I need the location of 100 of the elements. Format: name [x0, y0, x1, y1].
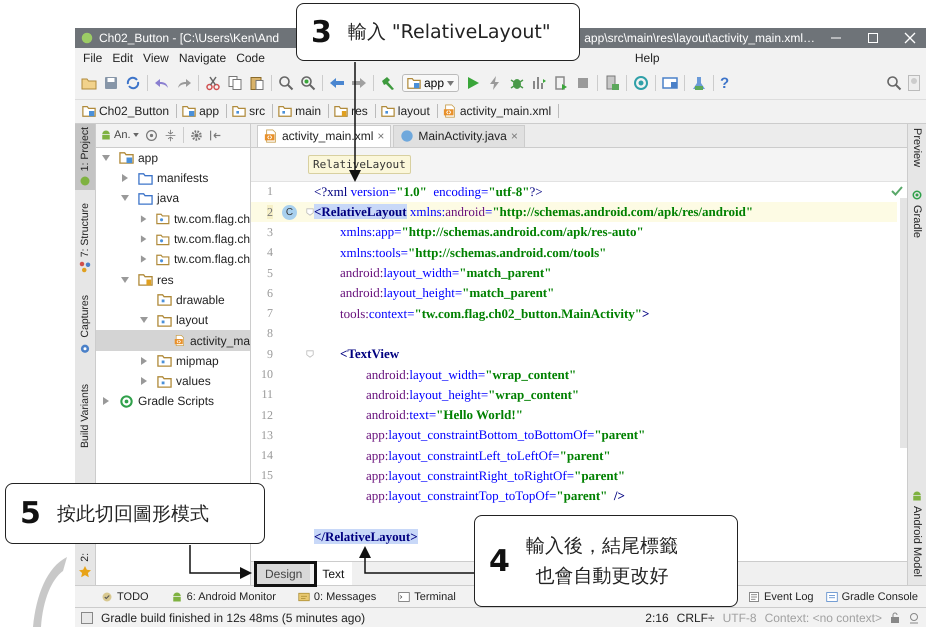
tool-window-button[interactable]: Android Model — [911, 486, 923, 582]
menu-item[interactable]: View — [138, 50, 174, 65]
breadcrumb-item[interactable]: activity_main.xml — [440, 104, 560, 118]
folder-icon — [380, 104, 395, 118]
tool-window-button[interactable]: 7: Structure — [75, 200, 95, 276]
lock-icon[interactable] — [890, 612, 900, 624]
status-field[interactable]: 2:16 — [645, 610, 669, 625]
paste-icon[interactable] — [249, 75, 265, 92]
line-number: 1 — [267, 184, 273, 198]
tree-item[interactable]: manifests — [96, 168, 250, 188]
expand-arrow-icon[interactable] — [140, 235, 148, 244]
tree-item[interactable]: tw.com.flag.ch — [96, 228, 250, 250]
expand-arrow-icon[interactable] — [140, 316, 148, 324]
code-text: app:layout_constraintRight_toRightOf="parent" — [366, 468, 626, 484]
expand-arrow-icon[interactable] — [140, 255, 148, 264]
code-text: android:layout_height="match_parent" — [340, 285, 554, 302]
editor-tab[interactable]: MainActivity.java × — [393, 124, 525, 147]
save-icon[interactable] — [103, 75, 119, 92]
tool-window-button[interactable]: Event Log — [748, 590, 814, 603]
user-icon[interactable] — [908, 75, 920, 92]
tree-item[interactable]: drawable — [96, 290, 250, 310]
tree-item[interactable]: values — [96, 370, 250, 392]
tool-window-button[interactable]: TODO — [101, 590, 149, 603]
tree-item[interactable]: tw.com.flag.ch — [96, 208, 250, 229]
code-text: tools:context="tw.com.flag.ch02_button.MainActivity"> — [340, 306, 650, 322]
menu-item[interactable]: Edit — [107, 50, 138, 65]
menu-item[interactable]: Code — [231, 50, 270, 65]
expand-arrow-icon[interactable] — [121, 194, 129, 202]
search-icon[interactable] — [886, 75, 902, 92]
structure-icon — [79, 261, 91, 274]
highlight-frame — [254, 561, 317, 587]
tree-item[interactable]: java — [96, 188, 250, 209]
fold-icon[interactable] — [306, 349, 314, 360]
expand-arrow-icon[interactable] — [140, 377, 148, 386]
tree-item[interactable]: mipmap — [96, 350, 250, 371]
tool-window-button[interactable]: Terminal — [398, 590, 456, 603]
checkbox-icon[interactable] — [81, 612, 93, 624]
inspector-icon[interactable] — [908, 612, 920, 624]
expand-arrow-icon[interactable] — [140, 356, 148, 365]
tool-window-button[interactable]: 0: Messages — [298, 590, 376, 603]
copy-icon[interactable] — [227, 75, 243, 92]
class-badge-icon[interactable]: C — [282, 204, 297, 220]
expand-arrow-icon[interactable] — [121, 174, 129, 182]
window-icon[interactable] — [662, 75, 678, 92]
help-button[interactable]: ? — [720, 74, 730, 92]
mode-tab[interactable]: Text — [314, 562, 352, 586]
menu-item[interactable]: Navigate — [174, 50, 232, 65]
target-icon[interactable] — [144, 128, 158, 142]
bars-icon[interactable] — [531, 75, 548, 92]
breadcrumb-item[interactable]: src — [229, 104, 274, 118]
settings-icon[interactable] — [190, 128, 203, 142]
scissors-icon[interactable] — [205, 75, 221, 92]
search-icon[interactable] — [278, 75, 294, 92]
status-field[interactable]: CRLF÷ — [676, 610, 715, 625]
close-button[interactable]: × — [377, 129, 384, 144]
attach-icon[interactable] — [553, 75, 570, 92]
scrollbar[interactable] — [900, 198, 907, 448]
tool-window-button[interactable]: Captures — [75, 292, 95, 357]
view-dropdown[interactable]: An. — [100, 129, 139, 142]
maximize-icon[interactable] — [867, 32, 879, 44]
folder-icon — [157, 292, 172, 308]
fold-icon[interactable] — [306, 207, 314, 218]
expand-arrow-icon[interactable] — [102, 154, 110, 162]
folder-icon — [138, 170, 153, 186]
expand-arrow-icon[interactable] — [102, 397, 110, 406]
tool-window-button[interactable]: 1: Project — [75, 124, 95, 190]
run-config-dropdown[interactable]: app — [402, 74, 460, 92]
tree-item[interactable]: layout — [96, 310, 250, 330]
callout-text: 輸入 "RelativeLayout" — [348, 20, 551, 45]
menu-item[interactable]: Help — [630, 50, 665, 65]
tool-window-button[interactable]: 2: — [75, 550, 95, 582]
hide-panel-icon[interactable] — [208, 128, 222, 142]
tree-item[interactable]: activity_ma — [96, 330, 250, 351]
leader-arrow — [189, 545, 252, 579]
messages-icon — [298, 590, 310, 603]
run-icon[interactable] — [465, 75, 482, 92]
close-icon[interactable] — [904, 32, 916, 44]
tree-item[interactable]: tw.com.flag.ch — [96, 249, 250, 270]
tree-item[interactable]: Gradle Scripts — [96, 391, 250, 412]
sync-icon[interactable] — [125, 75, 141, 92]
tool-window-button[interactable]: Gradle Console — [826, 590, 918, 603]
tool-window-button[interactable]: 6: Android Monitor — [170, 590, 276, 603]
sync-circle-icon[interactable] — [633, 75, 650, 92]
expand-arrow-icon[interactable] — [121, 276, 129, 284]
breadcrumb-item[interactable]: main — [275, 104, 330, 118]
phone-icon[interactable] — [604, 75, 620, 92]
breadcrumb-item[interactable]: Ch02_Button — [79, 104, 178, 118]
menu-item[interactable]: File — [78, 50, 108, 65]
hammer-icon[interactable] — [380, 75, 396, 92]
tool-window-button[interactable]: Gradle — [911, 184, 923, 242]
tree-item[interactable]: app — [96, 148, 250, 168]
expand-arrow-icon[interactable] — [140, 214, 148, 223]
breadcrumb-item[interactable]: layout — [378, 104, 438, 118]
tool-window-button[interactable]: Build Variants — [75, 380, 95, 451]
collapse-icon[interactable] — [164, 128, 177, 142]
star-icon — [79, 566, 91, 578]
breadcrumb-item[interactable]: app — [179, 104, 228, 118]
code-text: </RelativeLayout> — [314, 528, 418, 545]
tool-window-button[interactable]: Preview — [911, 124, 923, 171]
tree-item[interactable]: res — [96, 269, 250, 290]
